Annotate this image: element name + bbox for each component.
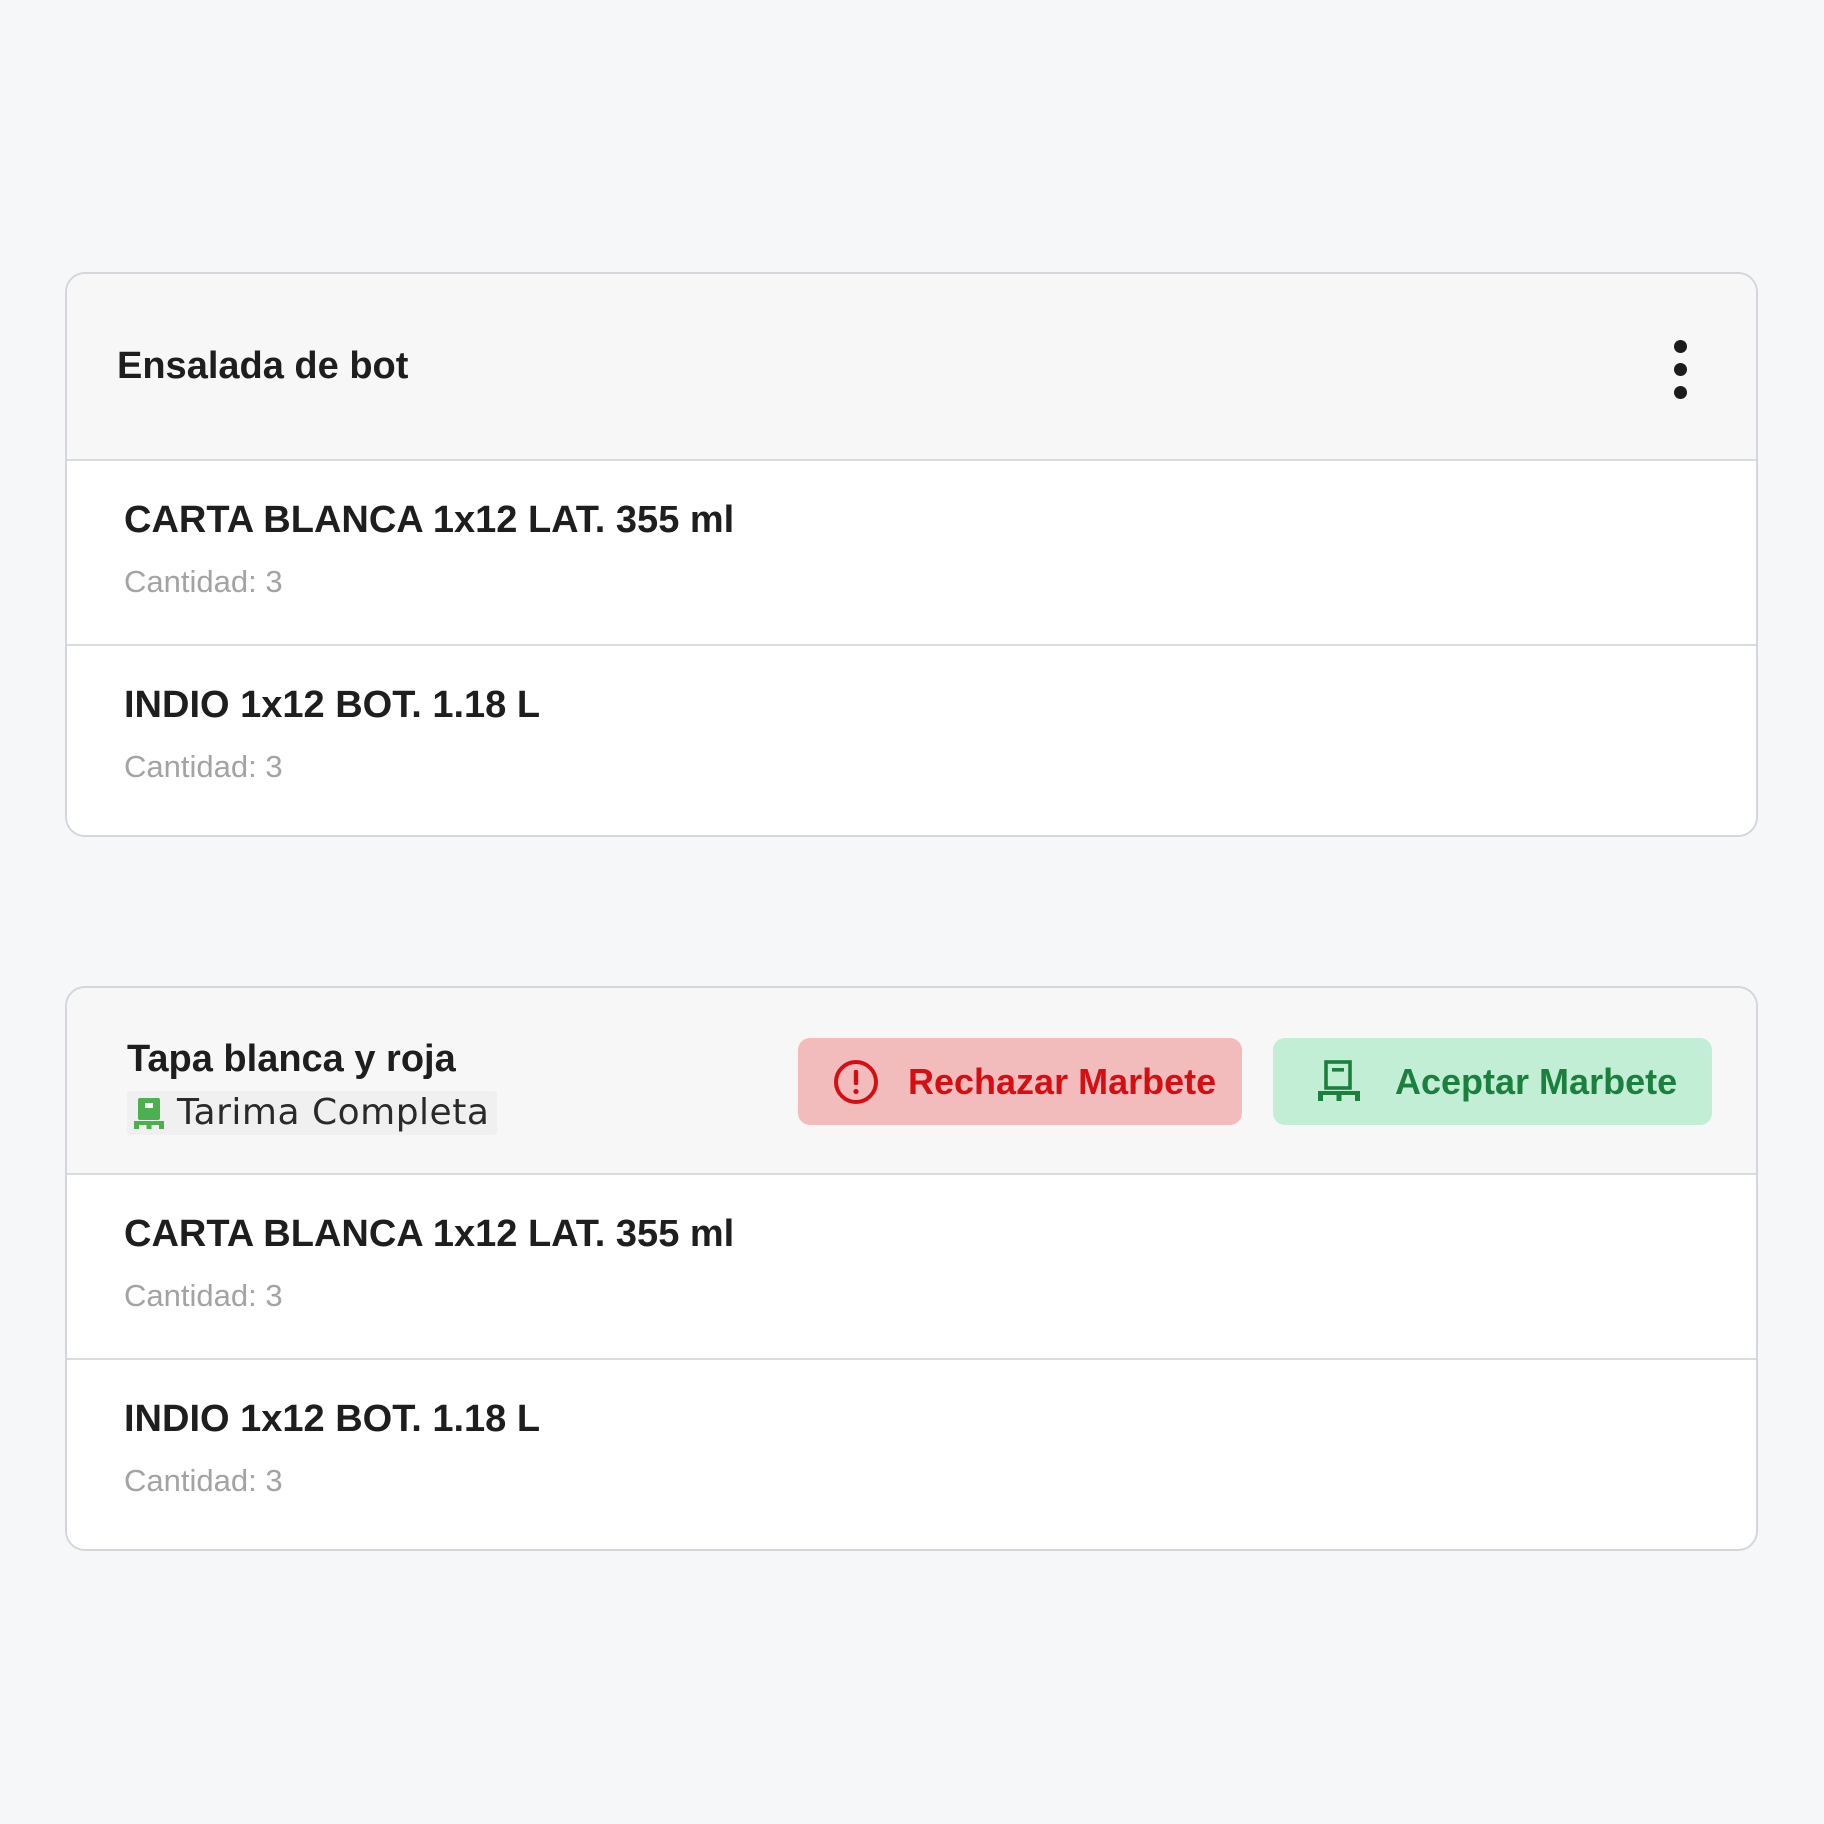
card-title: Ensalada de bot	[117, 345, 409, 387]
product-quantity: Cantidad: 3	[124, 564, 283, 599]
list-item[interactable]: CARTA BLANCA 1x12 LAT. 355 ml Cantidad: …	[67, 1175, 1756, 1360]
list-item[interactable]: INDIO 1x12 BOT. 1.18 L Cantidad: 3	[67, 646, 1756, 835]
product-name: INDIO 1x12 BOT. 1.18 L	[124, 684, 541, 726]
alert-circle-icon	[834, 1059, 878, 1104]
pallet-card: Ensalada de bot CARTA BLANCA 1x12 LAT. 3…	[65, 272, 1758, 837]
card-title: Tapa blanca y roja	[127, 1038, 456, 1080]
product-quantity: Cantidad: 3	[124, 1278, 283, 1313]
product-quantity: Cantidad: 3	[124, 1463, 283, 1498]
pallet-icon	[1318, 1059, 1360, 1101]
product-name: CARTA BLANCA 1x12 LAT. 355 ml	[124, 499, 735, 541]
reject-label-button[interactable]: Rechazar Marbete	[798, 1038, 1242, 1125]
badge-label: Tarima Completa	[177, 1092, 490, 1133]
list-item[interactable]: INDIO 1x12 BOT. 1.18 L Cantidad: 3	[67, 1360, 1756, 1549]
product-quantity: Cantidad: 3	[124, 749, 283, 784]
list-item[interactable]: CARTA BLANCA 1x12 LAT. 355 ml Cantidad: …	[67, 461, 1756, 646]
accept-label-text: Aceptar Marbete	[1395, 1060, 1678, 1102]
product-name: CARTA BLANCA 1x12 LAT. 355 ml	[124, 1213, 735, 1255]
more-vertical-icon[interactable]	[1666, 340, 1696, 400]
pallet-icon	[134, 1098, 164, 1129]
pallet-card: Tapa blanca y roja Tarima Completa Recha…	[65, 986, 1758, 1551]
card-header: Tapa blanca y roja Tarima Completa Recha…	[67, 988, 1756, 1175]
product-name: INDIO 1x12 BOT. 1.18 L	[124, 1398, 541, 1440]
status-badge: Tarima Completa	[127, 1091, 498, 1135]
card-header: Ensalada de bot	[67, 274, 1756, 461]
reject-label-text: Rechazar Marbete	[908, 1060, 1217, 1102]
accept-label-button[interactable]: Aceptar Marbete	[1273, 1038, 1712, 1125]
